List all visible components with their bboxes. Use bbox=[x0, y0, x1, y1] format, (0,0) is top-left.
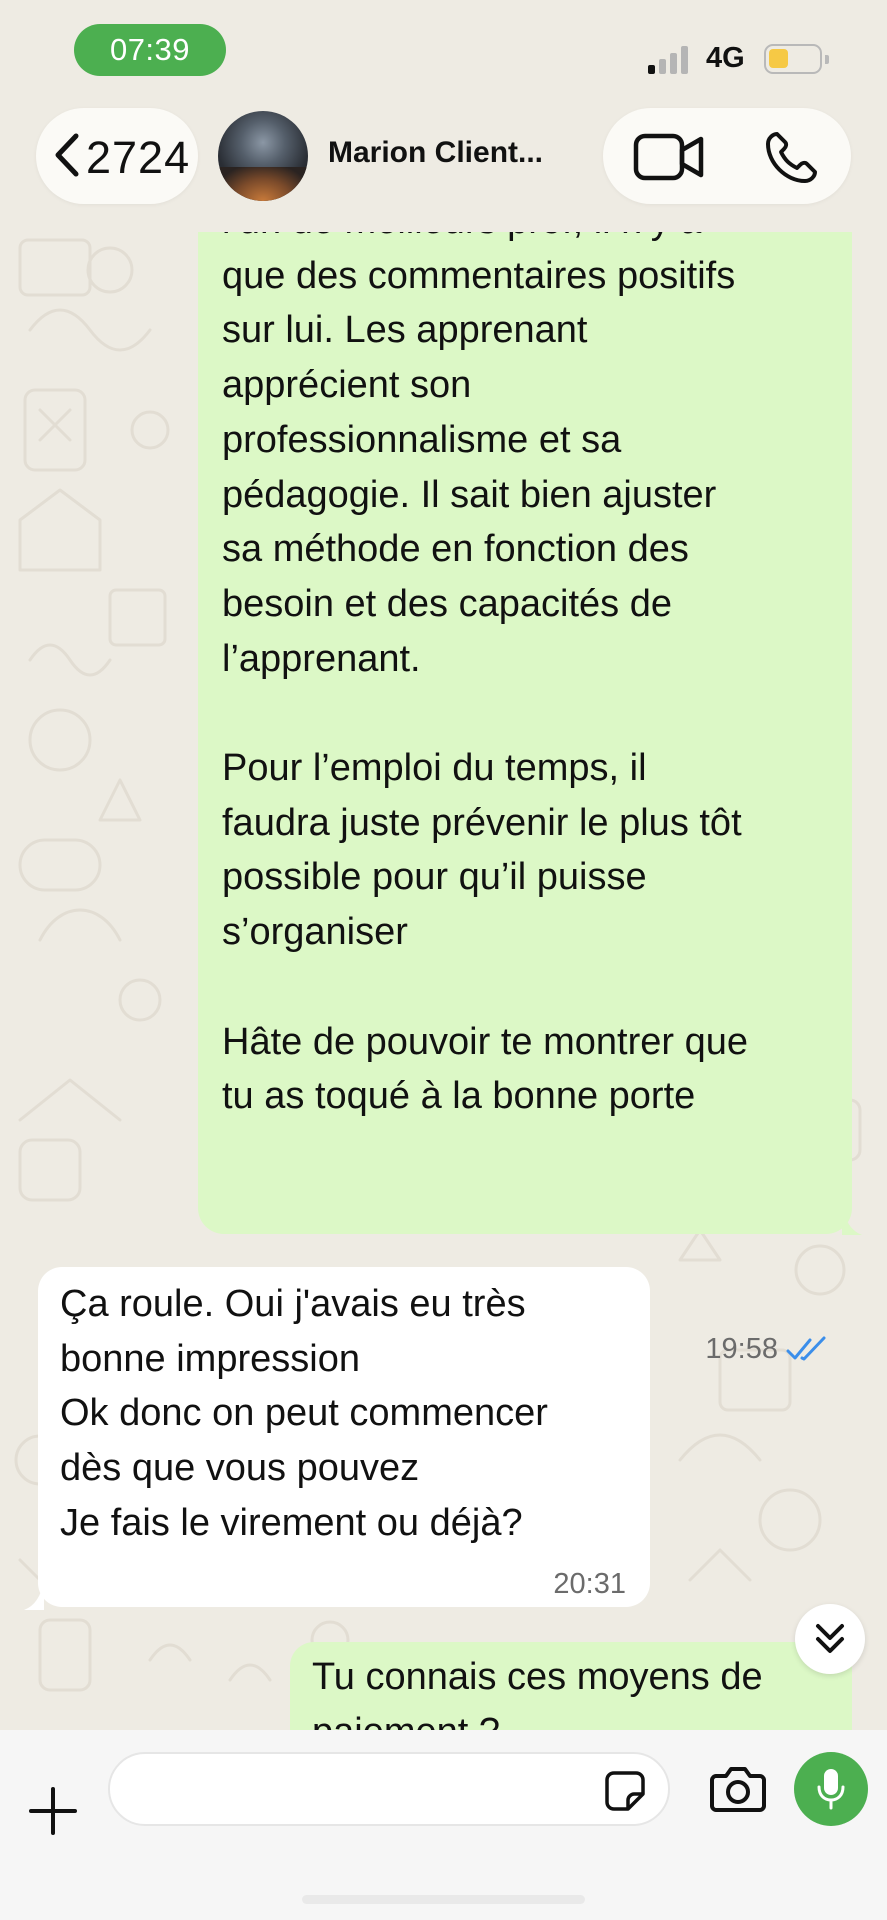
home-indicator bbox=[302, 1895, 585, 1904]
read-receipt-icon bbox=[786, 1336, 826, 1361]
chevron-left-icon bbox=[55, 133, 79, 177]
message-input[interactable] bbox=[132, 1768, 592, 1812]
scroll-to-bottom-button[interactable] bbox=[795, 1604, 865, 1674]
video-call-icon[interactable] bbox=[633, 132, 705, 182]
signal-strength-icon bbox=[648, 44, 694, 74]
voice-message-button[interactable] bbox=[794, 1752, 868, 1826]
back-button[interactable]: 2724 bbox=[36, 108, 198, 204]
phone-call-icon[interactable] bbox=[763, 130, 819, 186]
camera-icon[interactable] bbox=[710, 1764, 766, 1812]
message-time: 19:58 bbox=[705, 1333, 778, 1365]
status-time: 07:39 bbox=[74, 24, 226, 76]
microphone-icon bbox=[817, 1769, 845, 1810]
bubble-tail bbox=[842, 1205, 862, 1235]
battery-icon bbox=[764, 44, 829, 74]
call-actions bbox=[603, 108, 851, 204]
unread-chats-count: 2724 bbox=[86, 132, 191, 183]
network-type: 4G bbox=[706, 42, 745, 74]
plus-icon[interactable] bbox=[28, 1786, 78, 1836]
contact-avatar[interactable] bbox=[218, 111, 308, 201]
message-time: 20:31 bbox=[553, 1568, 626, 1600]
message-meta: 19:58 bbox=[705, 1322, 830, 1377]
outgoing-message[interactable]: l’un de meilleurs prof, il n’y a que des… bbox=[198, 140, 852, 1365]
bubble-tail bbox=[24, 1580, 44, 1610]
incoming-message[interactable]: Ça roule. Oui j'avais eu très bonne impr… bbox=[38, 1267, 650, 1607]
message-text: Ça roule. Oui j'avais eu très bonne impr… bbox=[60, 1283, 548, 1544]
message-text: Tu connais ces moyens de paiement ? bbox=[312, 1656, 763, 1742]
sticker-icon[interactable] bbox=[604, 1770, 646, 1812]
message-meta: 20:31 bbox=[553, 1557, 626, 1612]
status-bar: 07:39 4G bbox=[0, 0, 887, 100]
message-text: l’un de meilleurs prof, il n’y a que des… bbox=[222, 200, 748, 1118]
message-input-container[interactable] bbox=[108, 1752, 670, 1826]
message-composer bbox=[0, 1730, 887, 1920]
outgoing-message[interactable]: Tu connais ces moyens de paiement ? bbox=[290, 1642, 852, 1742]
double-chevron-down-icon bbox=[816, 1624, 844, 1653]
contact-name[interactable]: Marion Client... bbox=[328, 136, 543, 170]
